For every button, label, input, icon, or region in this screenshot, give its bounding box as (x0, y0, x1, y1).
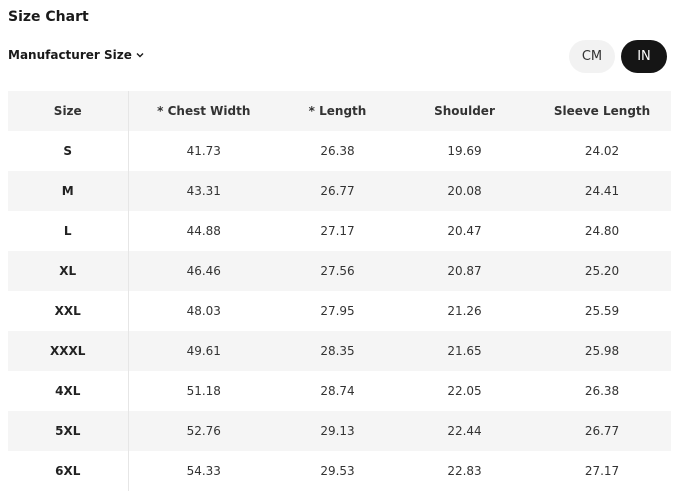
size-cell: XL (8, 251, 129, 291)
sleeve-length-cell: 27.17 (584, 464, 620, 478)
shoulder-cell: 19.69 (447, 144, 482, 158)
sleeve-length-cell: 24.41 (584, 184, 620, 198)
length-cell: 26.38 (320, 144, 355, 158)
chest-width-cell: 49.61 (186, 344, 221, 358)
sleeve-length-cell: 26.38 (584, 384, 620, 398)
sleeve-length-cell: 26.77 (584, 424, 620, 438)
sleeve-length-cell: 24.02 (584, 144, 620, 158)
size-cell: S (8, 131, 129, 171)
table-row: S 41.73 26.38 19.69 24.02 (8, 131, 671, 171)
length-cell: 29.13 (320, 424, 355, 438)
chest-width-cell: 51.18 (186, 384, 221, 398)
length-cell: 26.77 (320, 184, 355, 198)
cm-unit-button[interactable]: CM (569, 40, 615, 73)
manufacturer-size-dropdown[interactable]: Manufacturer Size (8, 48, 145, 62)
chest-width-cell: 46.46 (186, 264, 221, 278)
length-cell: 27.17 (320, 224, 355, 238)
shoulder-cell: 21.26 (447, 304, 482, 318)
size-dropdown-label: Manufacturer Size (8, 48, 132, 62)
size-cell: 4XL (8, 371, 129, 411)
chest-width-cell: 44.88 (186, 224, 221, 238)
header-sleeve-length: Sleeve Length (553, 104, 651, 118)
size-cell: L (8, 211, 129, 251)
size-cell: 5XL (8, 411, 129, 451)
length-cell: 29.53 (320, 464, 355, 478)
length-cell: 27.95 (320, 304, 355, 318)
chest-width-cell: 41.73 (186, 144, 221, 158)
size-cell: M (8, 171, 129, 211)
header-length: * Length (308, 104, 367, 118)
table-row: L 44.88 27.17 20.47 24.80 (8, 211, 671, 251)
size-cell: XXL (8, 291, 129, 331)
in-unit-button[interactable]: IN (621, 40, 667, 73)
table-row: XXL 48.03 27.95 21.26 25.59 (8, 291, 671, 331)
table-header-row: Size * Chest Width * Length Shoulder Sle… (8, 91, 671, 131)
table-row: XXXL 49.61 28.35 21.65 25.98 (8, 331, 671, 371)
sleeve-length-cell: 25.98 (584, 344, 620, 358)
chest-width-cell: 54.33 (186, 464, 221, 478)
shoulder-cell: 20.08 (447, 184, 482, 198)
length-cell: 28.74 (320, 384, 355, 398)
table-row: 4XL 51.18 28.74 22.05 26.38 (8, 371, 671, 411)
chest-width-cell: 52.76 (186, 424, 221, 438)
sleeve-length-cell: 25.59 (584, 304, 620, 318)
chevron-down-icon (136, 53, 144, 58)
unit-toggle: CM IN (569, 40, 667, 73)
shoulder-cell: 21.65 (447, 344, 482, 358)
size-cell: 6XL (8, 451, 129, 491)
header-chest-width: * Chest Width (157, 104, 251, 118)
sleeve-length-cell: 24.80 (584, 224, 620, 238)
chest-width-cell: 48.03 (186, 304, 221, 318)
table-row: M 43.31 26.77 20.08 24.41 (8, 171, 671, 211)
length-cell: 28.35 (320, 344, 355, 358)
shoulder-cell: 20.87 (447, 264, 482, 278)
chest-width-cell: 43.31 (186, 184, 221, 198)
table-row: XL 46.46 27.56 20.87 25.20 (8, 251, 671, 291)
header-size: Size (8, 91, 129, 131)
shoulder-cell: 20.47 (447, 224, 482, 238)
table-row: 6XL 54.33 29.53 22.83 27.17 (8, 451, 671, 491)
shoulder-cell: 22.44 (447, 424, 482, 438)
shoulder-cell: 22.83 (447, 464, 482, 478)
length-cell: 27.56 (320, 264, 355, 278)
page-title: Size Chart (8, 9, 89, 25)
table-row: 5XL 52.76 29.13 22.44 26.77 (8, 411, 671, 451)
sleeve-length-cell: 25.20 (584, 264, 620, 278)
size-cell: XXXL (8, 331, 129, 371)
size-chart-table: Size * Chest Width * Length Shoulder Sle… (8, 91, 672, 491)
shoulder-cell: 22.05 (447, 384, 482, 398)
header-shoulder: Shoulder (434, 104, 495, 118)
